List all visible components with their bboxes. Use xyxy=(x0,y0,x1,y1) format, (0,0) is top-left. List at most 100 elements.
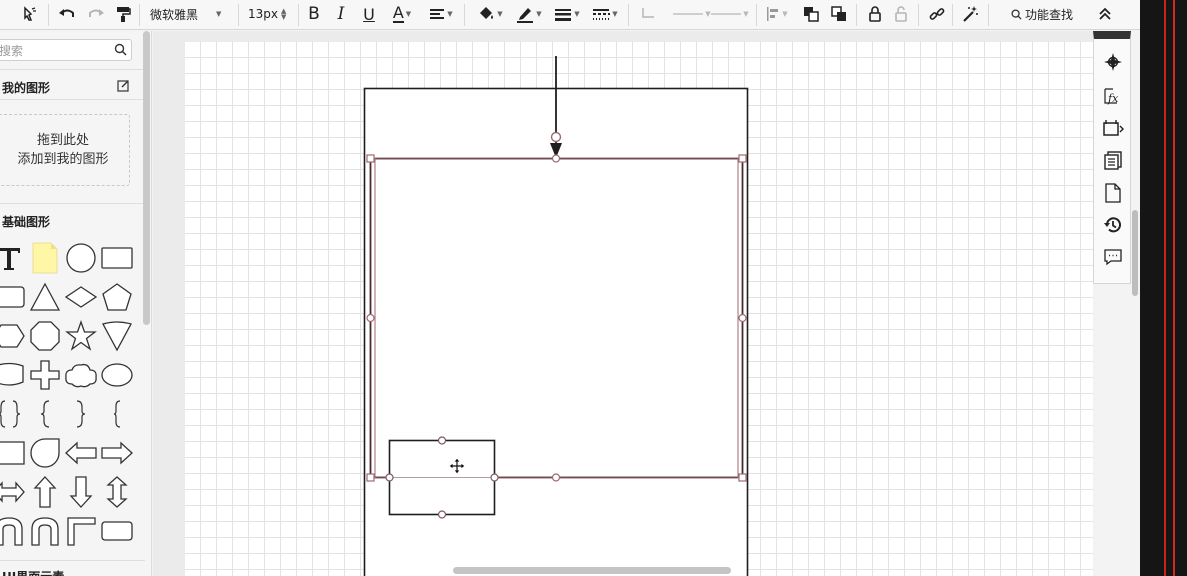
bracket-pair-icon[interactable] xyxy=(0,397,26,431)
hexagon-shape-icon[interactable] xyxy=(0,319,26,353)
line-width-icon xyxy=(555,9,572,21)
triangle-shape-icon[interactable] xyxy=(28,280,62,314)
connection-point[interactable] xyxy=(437,510,447,519)
basic-shapes-title[interactable]: 基础图形 xyxy=(2,213,50,230)
shape-search-box[interactable] xyxy=(0,39,132,61)
card-shape-icon[interactable] xyxy=(0,436,26,470)
connection-point[interactable] xyxy=(437,436,447,445)
rectangle-shape-icon[interactable] xyxy=(100,241,134,275)
star-shape-icon[interactable] xyxy=(64,319,98,353)
arrow-up-shape-icon[interactable] xyxy=(28,475,62,509)
connection-point[interactable] xyxy=(490,473,499,482)
brace-left-icon[interactable] xyxy=(28,397,62,431)
page-setup-icon[interactable] xyxy=(1102,117,1124,139)
font-family-select[interactable]: 微软雅黑 ▼ xyxy=(150,3,230,25)
collapse-toolbar-button[interactable] xyxy=(1094,3,1116,25)
connector-type-button[interactable] xyxy=(636,3,660,25)
pentagon-shape-icon[interactable] xyxy=(100,280,134,314)
compass-icon[interactable] xyxy=(1102,51,1124,73)
teardrop-shape-icon[interactable] xyxy=(28,436,62,470)
ellipse-shape-icon[interactable] xyxy=(100,358,134,392)
double-chevron-up-icon xyxy=(1099,7,1111,20)
drop-zone[interactable]: 拖到此处 添加到我的图形 xyxy=(0,114,130,186)
resize-handle-e[interactable] xyxy=(738,313,747,323)
resize-handle-nw[interactable] xyxy=(366,154,375,163)
arch-shape-icon[interactable] xyxy=(28,514,62,548)
arrange-button[interactable]: ▼ xyxy=(762,3,792,25)
history-icon[interactable] xyxy=(1102,214,1124,236)
unlock-button[interactable] xyxy=(890,3,912,25)
my-shapes-title[interactable]: 我的图形 xyxy=(2,79,50,96)
u-turn-arrow-icon[interactable] xyxy=(0,514,26,548)
resize-handle-w[interactable] xyxy=(366,313,375,323)
arrow-up-down-shape-icon[interactable] xyxy=(100,475,134,509)
corner-shape-icon[interactable] xyxy=(64,514,98,548)
horizontal-scrollbar[interactable] xyxy=(453,567,731,574)
align-button[interactable]: ▼ xyxy=(424,3,458,25)
fill-color-button[interactable]: ▼ xyxy=(472,3,508,25)
rounded-rectangle-shape-icon[interactable] xyxy=(0,280,26,314)
resize-handle-s[interactable] xyxy=(551,473,561,482)
line-color-button[interactable]: ▼ xyxy=(512,3,546,25)
connection-point[interactable] xyxy=(385,473,394,482)
line-width-button[interactable]: ▼ xyxy=(550,3,584,25)
stepper-arrows-icon[interactable]: ▲ ▼ xyxy=(281,8,286,21)
arrow-right-shape-icon[interactable] xyxy=(100,436,134,470)
connector-handle[interactable] xyxy=(550,131,562,143)
lock-button[interactable] xyxy=(864,3,886,25)
redo-icon[interactable] xyxy=(85,3,107,25)
sidebar-scrollbar[interactable] xyxy=(143,31,150,325)
text-shape-icon[interactable] xyxy=(0,241,26,275)
page-icon[interactable] xyxy=(1102,182,1124,204)
brace-right-icon[interactable] xyxy=(64,397,98,431)
resize-handle-n[interactable] xyxy=(551,154,561,163)
rounded-rect-shape-icon[interactable] xyxy=(100,514,134,548)
shield-shape-icon[interactable] xyxy=(100,319,134,353)
pages-icon[interactable] xyxy=(1102,149,1124,171)
edit-icon[interactable] xyxy=(117,79,130,92)
resize-handle-ne[interactable] xyxy=(738,154,747,163)
feature-search-button[interactable]: 功能查找 xyxy=(1003,3,1081,25)
undo-icon[interactable] xyxy=(56,3,78,25)
resize-handle-se[interactable] xyxy=(738,473,747,482)
circle-shape-icon[interactable] xyxy=(64,241,98,275)
send-back-icon xyxy=(831,6,846,21)
arrow-left-right-shape-icon[interactable] xyxy=(0,475,26,509)
resize-handle-sw[interactable] xyxy=(366,473,375,482)
search-icon[interactable] xyxy=(114,43,127,56)
function-icon[interactable]: fx xyxy=(1102,85,1124,107)
ui-elements-section-title[interactable]: UI界面元素 xyxy=(2,568,64,576)
font-size-stepper[interactable]: 13px ▲ ▼ xyxy=(248,3,294,25)
italic-button[interactable]: I xyxy=(331,3,351,25)
bring-to-front-button[interactable] xyxy=(800,3,822,25)
chevron-down-icon: ▼ xyxy=(405,10,412,18)
canvas-area[interactable] xyxy=(153,31,1093,576)
curly-brace-icon[interactable] xyxy=(100,397,134,431)
arrow-down-shape-icon[interactable] xyxy=(64,475,98,509)
document-shape-icon[interactable] xyxy=(0,358,26,392)
comment-icon[interactable] xyxy=(1102,246,1124,268)
underline-button[interactable]: U xyxy=(358,3,380,25)
note-shape-icon[interactable] xyxy=(28,241,62,275)
font-color-button[interactable]: A ▼ xyxy=(386,3,418,25)
selected-rectangle[interactable] xyxy=(369,157,744,479)
bold-button[interactable]: B xyxy=(304,3,324,25)
paint-format-icon[interactable] xyxy=(112,3,134,25)
send-to-back-button[interactable] xyxy=(828,3,850,25)
chevron-down-icon: ▼ xyxy=(743,10,749,18)
canvas-vertical-scrollbar[interactable] xyxy=(1132,210,1138,296)
end-arrow-button[interactable]: ▼ xyxy=(708,3,752,25)
link-button[interactable] xyxy=(926,3,948,25)
cloud-shape-icon[interactable] xyxy=(64,358,98,392)
search-input[interactable] xyxy=(0,41,105,61)
octagon-shape-icon[interactable] xyxy=(28,319,62,353)
diagram-layer[interactable] xyxy=(153,31,1093,576)
magic-wand-button[interactable] xyxy=(958,3,982,25)
diamond-shape-icon[interactable] xyxy=(64,280,98,314)
format-painter-icon[interactable] xyxy=(18,3,42,25)
cross-shape-icon[interactable] xyxy=(28,358,62,392)
arrow-left-shape-icon[interactable] xyxy=(64,436,98,470)
line-style-button[interactable]: ▼ xyxy=(588,3,622,25)
chevron-down-icon: ▼ xyxy=(447,10,453,18)
toolbar-divider xyxy=(298,4,299,26)
